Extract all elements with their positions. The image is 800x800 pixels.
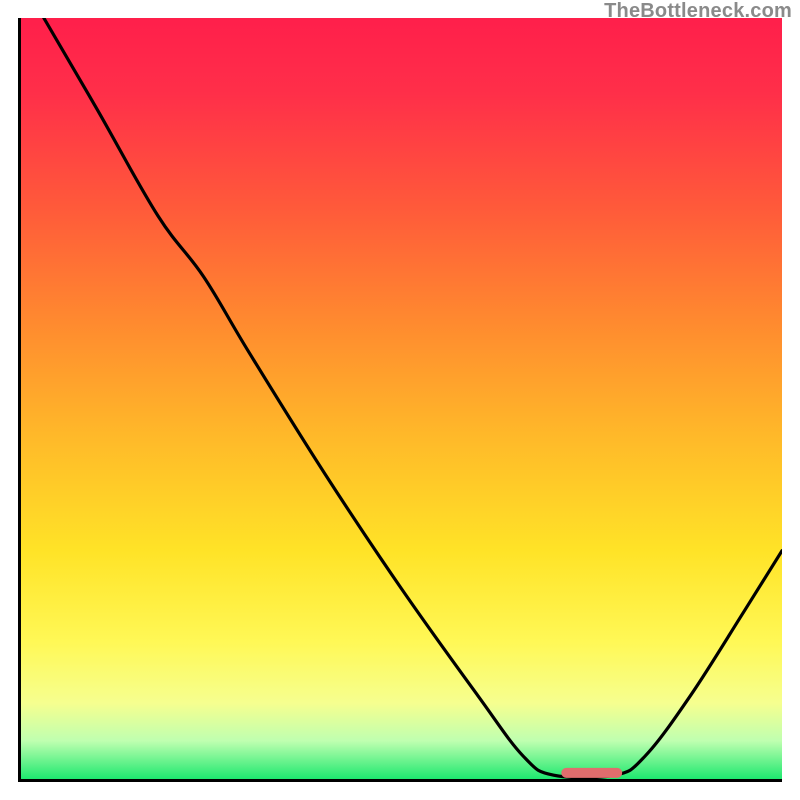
heat-background (21, 18, 782, 779)
optimum-marker (561, 768, 622, 778)
plot-svg (21, 18, 782, 779)
plot-area (18, 18, 782, 782)
bottleneck-chart: TheBottleneck.com (0, 0, 800, 800)
